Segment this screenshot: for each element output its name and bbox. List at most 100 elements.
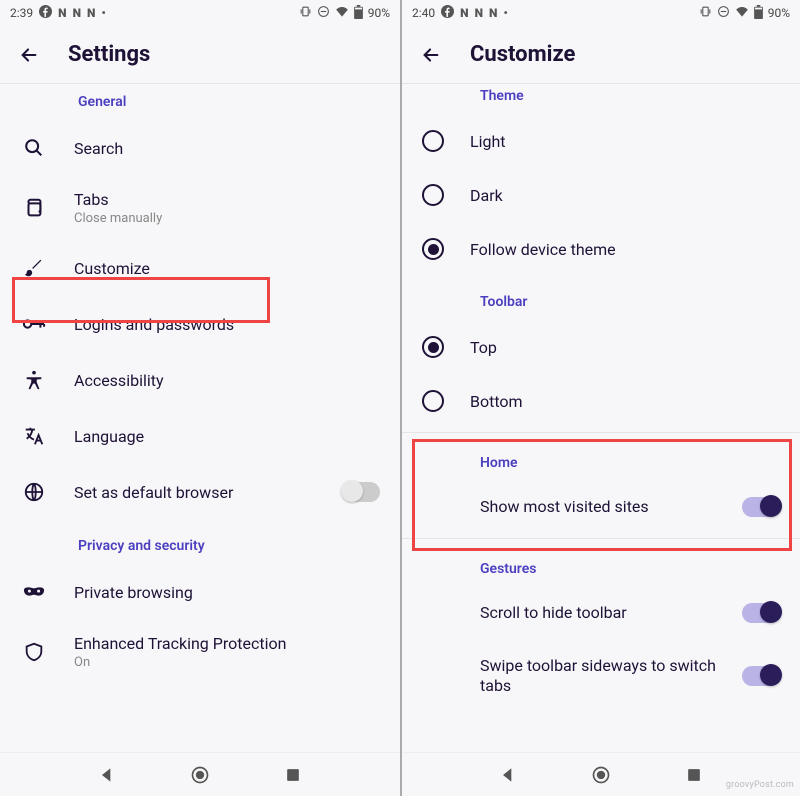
tabs-icon [20, 197, 48, 219]
item-default-browser[interactable]: Set as default browser [0, 464, 400, 520]
dot-icon: • [503, 6, 507, 20]
label: Accessibility [74, 371, 380, 390]
radio-icon [422, 238, 444, 260]
label: Top [470, 338, 497, 357]
item-tabs[interactable]: Tabs Close manually [0, 176, 400, 240]
vibrate-icon [699, 5, 712, 21]
nav-bar [0, 752, 400, 796]
radio-theme-follow[interactable]: Follow device theme [402, 222, 800, 276]
dnd-icon [717, 5, 730, 21]
accessibility-icon [20, 369, 48, 391]
section-header-gestures: Gestures [402, 543, 800, 587]
globe-icon [20, 481, 48, 503]
section-header-privacy: Privacy and security [0, 520, 400, 564]
battery-icon [354, 5, 363, 22]
radio-theme-light[interactable]: Light [402, 114, 800, 168]
dnd-icon [317, 5, 330, 21]
mask-icon [20, 581, 48, 603]
nav-recent-icon[interactable] [283, 765, 303, 785]
item-accessibility[interactable]: Accessibility [0, 352, 400, 408]
key-icon [20, 313, 48, 335]
label: Set as default browser [74, 483, 316, 502]
swipe-tabs-toggle[interactable] [742, 666, 780, 686]
radio-icon [422, 336, 444, 358]
customize-content[interactable]: Theme Light Dark Follow device theme Too… [402, 84, 800, 752]
radio-icon [422, 130, 444, 152]
item-private-browsing[interactable]: Private browsing [0, 564, 400, 620]
nav-back-icon[interactable] [498, 765, 518, 785]
status-time: 2:39 [10, 6, 33, 20]
sub-label: Close manually [74, 211, 380, 226]
label: Customize [74, 259, 380, 278]
item-logins[interactable]: Logins and passwords [0, 296, 400, 352]
nav-back-icon[interactable] [97, 765, 117, 785]
label: Swipe toolbar sideways to switch tabs [480, 656, 726, 698]
item-etp[interactable]: Enhanced Tracking Protection On [0, 620, 400, 684]
back-icon[interactable] [420, 44, 442, 66]
battery-icon [754, 5, 763, 22]
radio-icon [422, 390, 444, 412]
app-bar: Customize [402, 26, 800, 84]
page-title: Customize [470, 42, 575, 67]
back-icon[interactable] [18, 44, 40, 66]
label: Private browsing [74, 583, 380, 602]
dot-icon: • [101, 6, 105, 20]
label: Language [74, 427, 380, 446]
row-show-most-visited[interactable]: Show most visited sites [402, 481, 800, 534]
section-header-home: Home [402, 437, 800, 481]
facebook-icon [39, 5, 52, 21]
row-swipe-tabs[interactable]: Swipe toolbar sideways to switch tabs [402, 640, 800, 714]
item-search[interactable]: Search [0, 120, 400, 176]
label: Follow device theme [470, 240, 616, 259]
label: Scroll to hide toolbar [480, 603, 726, 624]
section-header-general: General [0, 84, 400, 120]
shield-icon [20, 641, 48, 663]
status-battery-pct: 90% [368, 6, 390, 20]
language-icon [20, 425, 48, 447]
nav-recent-icon[interactable] [684, 765, 704, 785]
divider [402, 538, 800, 539]
watermark: groovyPost.com [726, 780, 794, 790]
item-language[interactable]: Language [0, 408, 400, 464]
brush-icon [20, 257, 48, 279]
status-time: 2:40 [412, 6, 435, 20]
section-header-theme: Theme [402, 84, 800, 114]
label: Tabs [74, 190, 380, 209]
app-bar: Settings [0, 26, 400, 84]
label: Light [470, 132, 506, 151]
radio-toolbar-bottom[interactable]: Bottom [402, 374, 800, 428]
label: Search [74, 139, 380, 158]
notif-n-icon: N [460, 6, 468, 20]
divider [402, 432, 800, 433]
default-browser-toggle[interactable] [342, 482, 380, 502]
sub-label: On [74, 655, 380, 670]
label: Logins and passwords [74, 315, 380, 334]
search-icon [20, 137, 48, 159]
wifi-icon [335, 5, 349, 22]
wifi-icon [735, 5, 749, 22]
vibrate-icon [299, 5, 312, 21]
notif-n-icon: N [58, 6, 66, 20]
radio-toolbar-top[interactable]: Top [402, 320, 800, 374]
nav-home-icon[interactable] [190, 765, 210, 785]
radio-theme-dark[interactable]: Dark [402, 168, 800, 222]
notif-n-icon: N [73, 6, 81, 20]
status-battery-pct: 90% [768, 6, 790, 20]
row-scroll-hide[interactable]: Scroll to hide toolbar [402, 587, 800, 640]
facebook-icon [441, 5, 454, 21]
label: Enhanced Tracking Protection [74, 634, 380, 653]
status-bar: 2:40 N N N • [402, 0, 800, 26]
section-header-toolbar: Toolbar [402, 276, 800, 320]
notif-n-icon: N [87, 6, 95, 20]
nav-home-icon[interactable] [591, 765, 611, 785]
show-most-visited-toggle[interactable] [742, 497, 780, 517]
notif-n-icon: N [489, 6, 497, 20]
settings-screen: 2:39 N N N • [0, 0, 400, 796]
label: Dark [470, 186, 503, 205]
scroll-hide-toggle[interactable] [742, 603, 780, 623]
label: Bottom [470, 392, 523, 411]
status-bar: 2:39 N N N • [0, 0, 400, 26]
item-customize[interactable]: Customize [0, 240, 400, 296]
page-title: Settings [68, 42, 150, 67]
settings-content[interactable]: General Search Tabs Close manually [0, 84, 400, 752]
